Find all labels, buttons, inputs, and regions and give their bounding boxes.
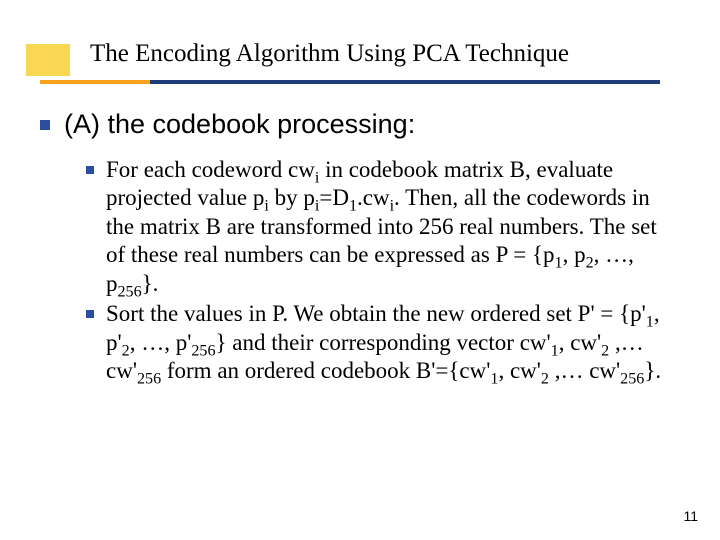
square-bullet-icon bbox=[40, 120, 50, 130]
t: } and their corresponding vector cw' bbox=[216, 330, 551, 355]
level2-group: For each codeword cwi in codebook matrix… bbox=[86, 156, 680, 386]
t: }. bbox=[142, 271, 159, 296]
sub: 256 bbox=[191, 342, 215, 359]
level1-text: (A) the codebook processing: bbox=[64, 108, 415, 142]
accent-underline-highlight bbox=[40, 80, 150, 84]
t: , …, p' bbox=[130, 330, 192, 355]
sub: 2 bbox=[122, 342, 130, 359]
t: For each codeword cw bbox=[106, 157, 315, 182]
body: (A) the codebook processing: For each co… bbox=[40, 108, 680, 388]
t: .cw bbox=[357, 185, 390, 210]
sub: 256 bbox=[137, 371, 161, 388]
t: , p bbox=[563, 242, 586, 267]
sub: 256 bbox=[620, 371, 644, 388]
sub: 2 bbox=[586, 255, 594, 272]
level2-text-2: Sort the values in P. We obtain the new … bbox=[106, 300, 680, 386]
t: form an ordered codebook B'={cw' bbox=[161, 358, 490, 383]
t: }. bbox=[644, 358, 661, 383]
t: , cw' bbox=[559, 330, 601, 355]
page-number: 11 bbox=[683, 508, 698, 524]
sub: 256 bbox=[118, 283, 142, 300]
sub: 1 bbox=[555, 255, 563, 272]
square-bullet-icon bbox=[86, 310, 94, 318]
bullet-level2: For each codeword cwi in codebook matrix… bbox=[86, 156, 680, 299]
level2-text-1: For each codeword cwi in codebook matrix… bbox=[106, 156, 680, 299]
bullet-level1: (A) the codebook processing: bbox=[40, 108, 680, 142]
slide-title: The Encoding Algorithm Using PCA Techniq… bbox=[90, 40, 569, 67]
sub: 1 bbox=[349, 198, 357, 215]
t: by p bbox=[269, 185, 315, 210]
t: , cw' bbox=[498, 358, 540, 383]
slide: The Encoding Algorithm Using PCA Techniq… bbox=[0, 0, 720, 540]
sub: 1 bbox=[646, 314, 654, 331]
bullet-level2: Sort the values in P. We obtain the new … bbox=[86, 300, 680, 386]
title-block: The Encoding Algorithm Using PCA Techniq… bbox=[0, 40, 720, 68]
sub: 2 bbox=[601, 342, 609, 359]
t: =D bbox=[319, 185, 349, 210]
square-bullet-icon bbox=[86, 166, 94, 174]
sub: 1 bbox=[551, 342, 559, 359]
t: Sort the values in P. We obtain the new … bbox=[106, 301, 646, 326]
sub: 2 bbox=[541, 371, 549, 388]
t: ,… cw' bbox=[549, 358, 620, 383]
